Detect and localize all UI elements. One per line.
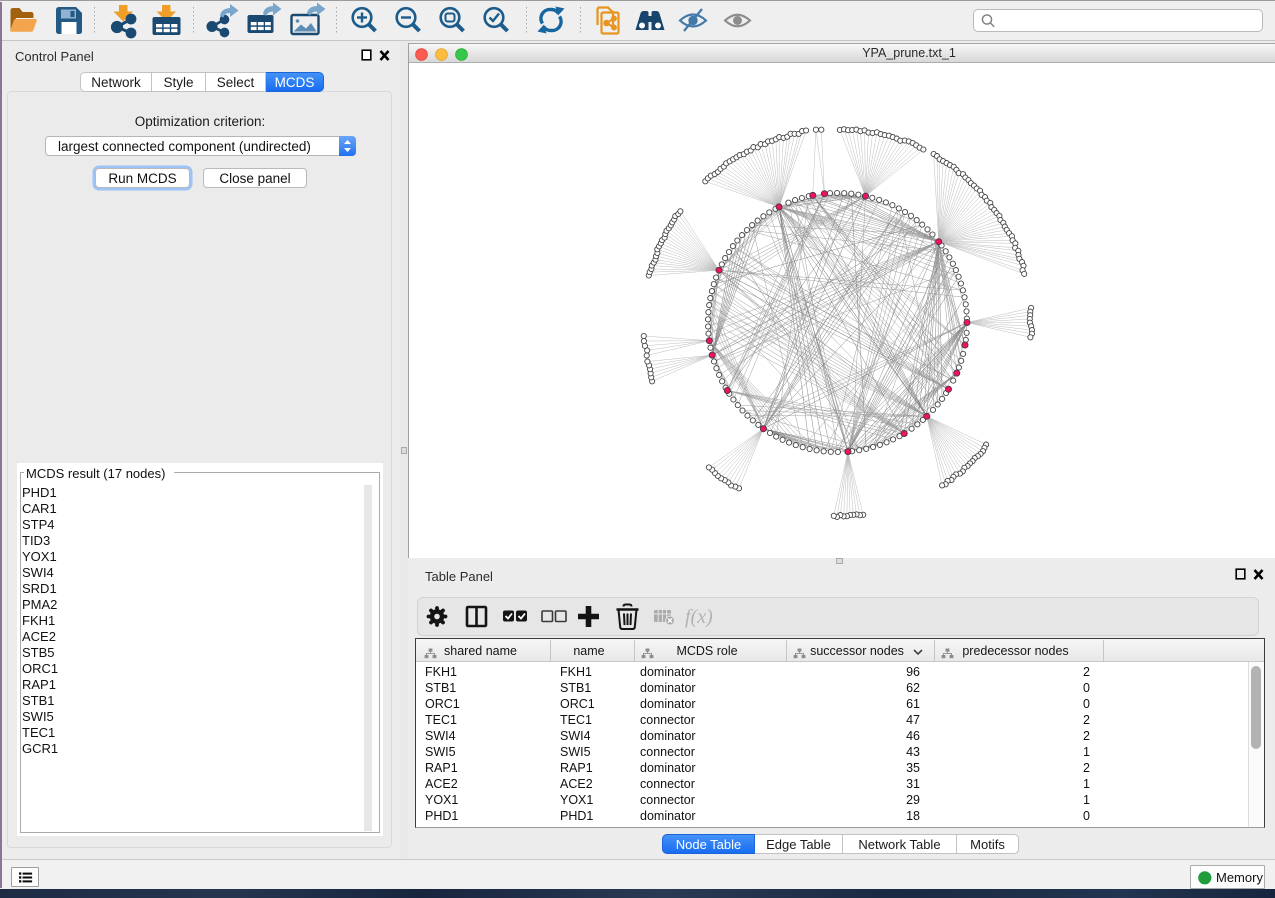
svg-text:f(x): f(x) <box>685 606 713 628</box>
